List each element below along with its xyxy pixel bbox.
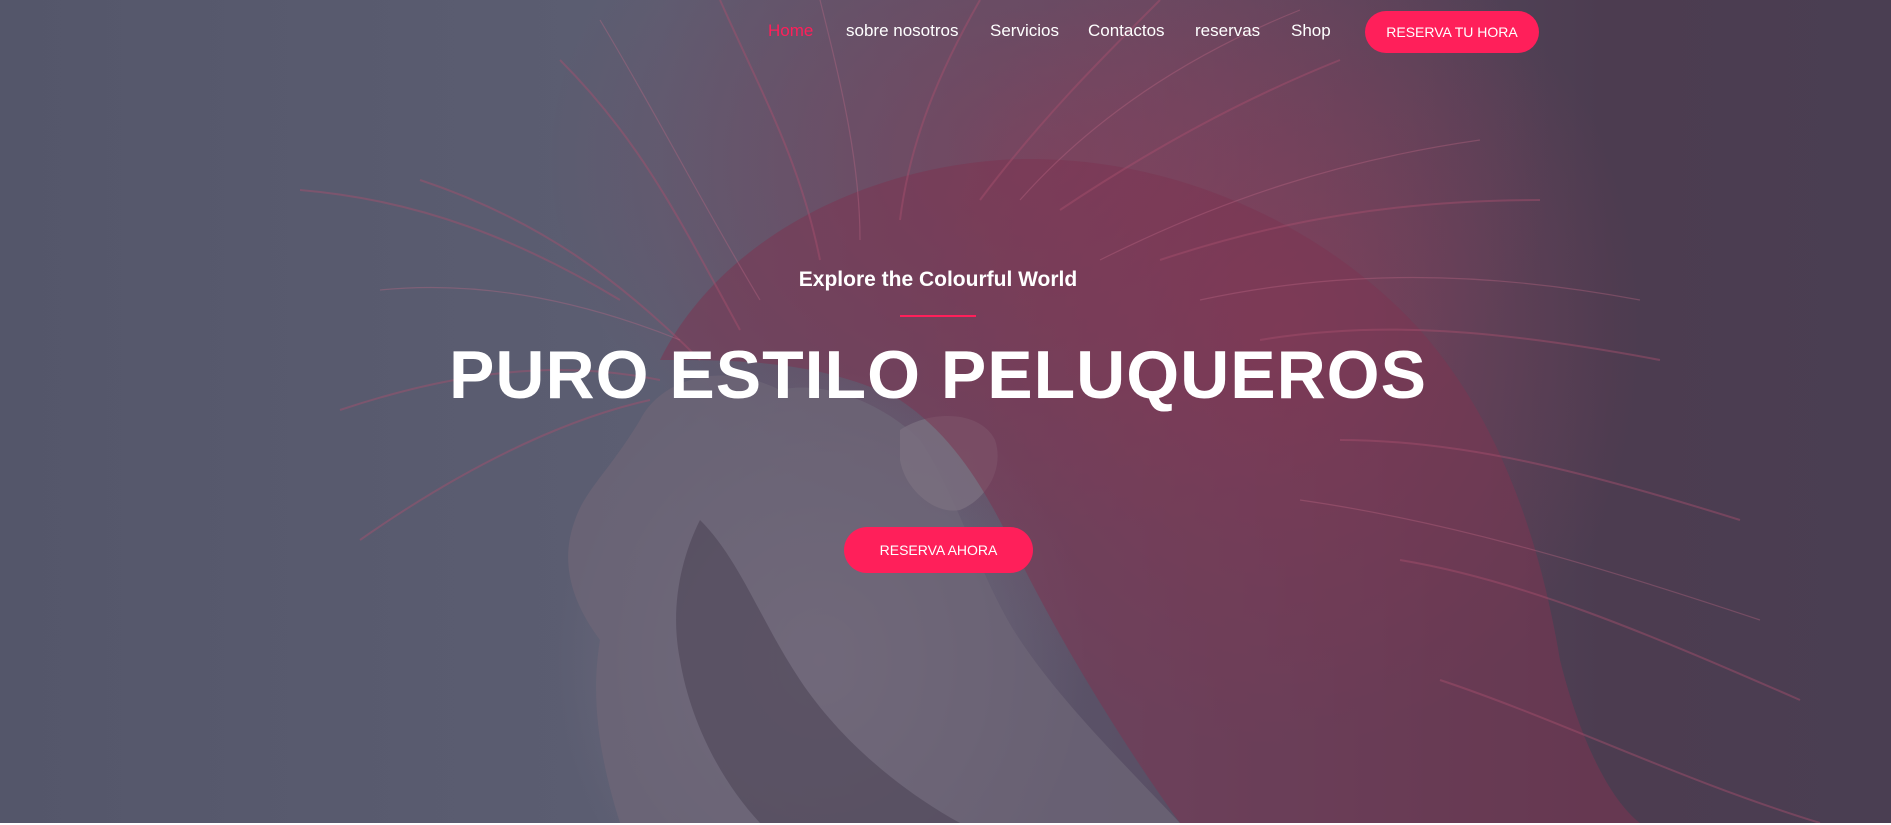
nav-item-sobre-nosotros[interactable]: sobre nosotros (846, 21, 958, 41)
nav-item-servicios[interactable]: Servicios (990, 21, 1059, 41)
nav-item-reservas[interactable]: reservas (1195, 21, 1260, 41)
hero-title: PURO ESTILO PELUQUEROS (449, 337, 1427, 413)
main-navigation: Home sobre nosotros Servicios Contactos … (0, 11, 1891, 53)
hero-subtitle: Explore the Colourful World (798, 268, 1078, 291)
nav-item-home[interactable]: Home (768, 21, 813, 41)
reserva-ahora-button[interactable]: RESERVA AHORA (844, 527, 1033, 573)
nav-item-shop[interactable]: Shop (1291, 21, 1331, 41)
hero-divider (900, 315, 976, 317)
nav-item-contactos[interactable]: Contactos (1088, 21, 1165, 41)
reserva-tu-hora-button[interactable]: RESERVA TU HORA (1365, 11, 1539, 53)
